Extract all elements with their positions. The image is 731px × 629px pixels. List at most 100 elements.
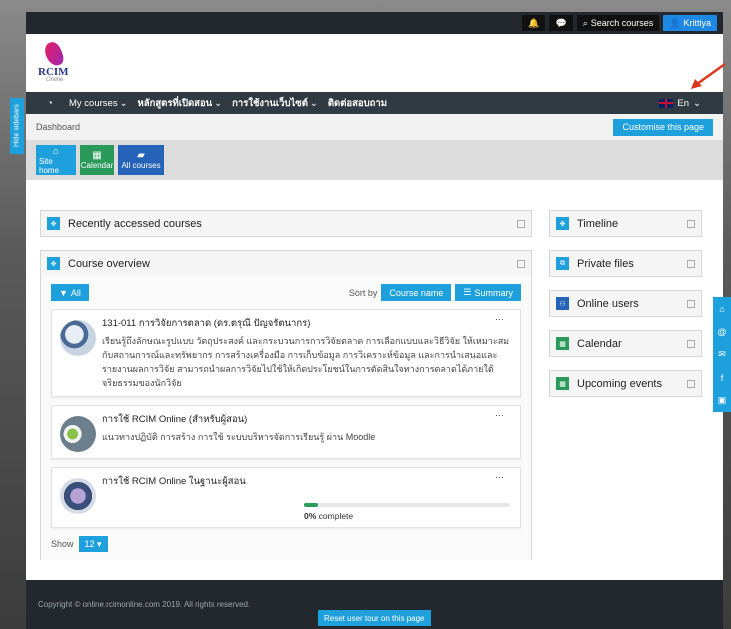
dashboard-nav-button[interactable]: ◔ — [36, 92, 64, 114]
calendar-icon: ▦ — [556, 377, 569, 390]
left-column: ✥ Recently accessed courses ✥ Course ove… — [40, 210, 532, 561]
chevron-down-icon: ⌄ — [309, 97, 318, 109]
block-collapse-icon[interactable] — [687, 379, 695, 388]
block-header: ✥ Timeline — [550, 211, 701, 236]
pagination-size: Show 12 ▾ — [51, 536, 521, 552]
user-icon: 👤 — [669, 17, 681, 28]
overview-controls: ▼ All Sort by Course name ☰ Summary — [51, 284, 521, 301]
copyright-text: Copyright © online.rcimonline.com 2019. … — [38, 600, 251, 609]
nav-contact[interactable]: ติดต่อสอบถาม — [323, 96, 392, 111]
more-options-icon[interactable]: ⋯ — [495, 410, 504, 421]
block-header: ⧉ Private files — [550, 251, 701, 276]
uk-flag-icon — [659, 98, 674, 108]
chat-icon: 💬 — [555, 17, 567, 28]
calendar-button[interactable]: ▦ Calendar — [80, 145, 114, 175]
course-card[interactable]: การใช้ RCIM Online ในฐานะผู้สอน 0% compl… — [51, 467, 521, 528]
user-menu-button[interactable]: 👤 Krittiya — [663, 15, 717, 31]
messages-button[interactable]: 💬 — [549, 15, 573, 31]
course-card[interactable]: การใช้ RCIM Online (สำหรับผู้สอน) แนวทาง… — [51, 405, 521, 459]
nav-courses-offered[interactable]: หลักสูตรที่เปิดสอน ⌄ — [133, 96, 228, 111]
move-icon[interactable]: ✥ — [47, 217, 60, 230]
mail-icon[interactable]: ✉ — [713, 343, 731, 366]
logo-mark — [42, 39, 66, 69]
language-selector[interactable]: En ⌄ — [659, 98, 701, 109]
calendar-block: ▦ Calendar — [549, 330, 702, 357]
right-column: ✥ Timeline ⧉ Private files ⚇ Online user… — [549, 210, 702, 410]
reset-tour-button[interactable]: Reset user tour on this page — [318, 610, 431, 626]
notifications-button[interactable]: 🔔 — [522, 15, 546, 31]
dashboard-icon: ◔ — [47, 97, 53, 109]
block-header: ⚇ Online users — [550, 291, 701, 316]
calendar-icon: ▦ — [556, 337, 569, 350]
breadcrumb[interactable]: Dashboard — [36, 122, 80, 132]
book-icon: ▰ — [137, 150, 145, 161]
block-collapse-icon[interactable] — [687, 299, 695, 308]
more-options-icon[interactable]: ⋯ — [495, 314, 504, 325]
search-icon: ⌕ — [582, 17, 588, 28]
show-count-dropdown[interactable]: 12 ▾ — [78, 536, 108, 552]
online-users-block: ⚇ Online users — [549, 290, 702, 317]
quick-links: ⌂ Site home ▦ Calendar ▰ All courses — [26, 140, 723, 180]
sort-controls: Sort by Course name ☰ Summary — [349, 284, 521, 301]
summary-view-button[interactable]: ☰ Summary — [455, 284, 521, 301]
block-collapse-icon[interactable] — [687, 259, 695, 268]
course-image — [60, 478, 96, 514]
at-icon[interactable]: @ — [713, 320, 731, 343]
chevron-down-icon: ⌄ — [119, 97, 128, 109]
home-icon[interactable]: ⌂ — [713, 297, 731, 320]
footer-spacer — [26, 560, 723, 580]
course-summary: แนวทางปฏิบัติ การสร้าง การใช้ ระบบบริหาร… — [102, 432, 376, 442]
recent-courses-block: ✥ Recently accessed courses — [40, 210, 532, 237]
course-title[interactable]: 131-011 การวิจัยการตลาด (ดร.ตรุณี ปัญจรั… — [102, 316, 512, 331]
calendar-icon: ▦ — [92, 150, 102, 161]
block-header: ✥ Course overview — [41, 251, 531, 276]
list-icon: ☰ — [463, 287, 472, 297]
social-sidebar: ⌂ @ ✉ f ▣ — [713, 297, 731, 412]
red-arrow-annotation — [691, 62, 726, 89]
nav-my-courses[interactable]: My courses ⌄ — [64, 98, 133, 109]
main-navbar: ◔ My courses ⌄ หลักสูตรที่เปิดสอน ⌄ การใช้… — [26, 92, 723, 114]
filter-icon: ▼ — [59, 287, 68, 298]
course-image — [60, 416, 96, 452]
block-header: ✥ Recently accessed courses — [41, 211, 531, 236]
nav-website-usage[interactable]: การใช้งานเว็บไซต์ ⌄ — [227, 96, 323, 111]
block-collapse-icon[interactable] — [687, 339, 695, 348]
home-icon: ⌂ — [52, 145, 60, 157]
page-footer: Copyright © online.rcimonline.com 2019. … — [26, 580, 723, 629]
site-header: RCIM Online — [26, 34, 723, 92]
course-overview-block: ✥ Course overview ▼ All Sort by Course na… — [40, 250, 532, 561]
chevron-down-icon: ⌄ — [214, 97, 223, 109]
timeline-block: ✥ Timeline — [549, 210, 702, 237]
users-icon: ⚇ — [556, 297, 569, 310]
block-header: ▦ Calendar — [550, 331, 701, 356]
course-progress: 0% complete — [304, 503, 510, 521]
site-home-button[interactable]: ⌂ Site home — [36, 145, 76, 175]
site-logo[interactable]: RCIM Online — [38, 39, 70, 84]
move-icon[interactable]: ✥ — [47, 257, 60, 270]
course-title[interactable]: การใช้ RCIM Online (สำหรับผู้สอน) — [102, 412, 512, 427]
search-courses-button[interactable]: ⌕ Search courses — [576, 15, 660, 31]
block-collapse-icon[interactable] — [517, 259, 525, 268]
block-header: ▦ Upcoming events — [550, 371, 701, 396]
customise-page-button[interactable]: Customise this page — [613, 118, 713, 136]
main-content: ✥ Recently accessed courses ✥ Course ove… — [26, 200, 723, 561]
all-courses-button[interactable]: ▰ All courses — [118, 145, 164, 175]
course-title[interactable]: การใช้ RCIM Online ในฐานะผู้สอน — [102, 474, 512, 489]
block-collapse-icon[interactable] — [687, 219, 695, 228]
facebook-icon[interactable]: f — [713, 366, 731, 389]
course-card[interactable]: 131-011 การวิจัยการตลาด (ดร.ตรุณี ปัญจรั… — [51, 309, 521, 397]
filter-all-button[interactable]: ▼ All — [51, 284, 89, 301]
files-icon: ⧉ — [556, 257, 569, 270]
move-icon[interactable]: ✥ — [556, 217, 569, 230]
upcoming-events-block: ▦ Upcoming events — [549, 370, 702, 397]
block-collapse-icon[interactable] — [517, 219, 525, 228]
bell-icon: 🔔 — [528, 17, 540, 28]
chevron-down-icon: ⌄ — [693, 97, 701, 109]
top-bar: 🔔 💬 ⌕ Search courses 👤 Krittiya — [26, 12, 723, 34]
hide-sidebars-toggle[interactable]: Hide sidebars — [10, 98, 24, 154]
breadcrumb-bar: Dashboard Customise this page — [26, 114, 723, 140]
bus-icon[interactable]: ▣ — [713, 389, 731, 412]
more-options-icon[interactable]: ⋯ — [495, 472, 504, 483]
overview-body: ▼ All Sort by Course name ☰ Summary 131-01… — [41, 276, 531, 560]
sort-course-name-button[interactable]: Course name — [381, 284, 452, 301]
